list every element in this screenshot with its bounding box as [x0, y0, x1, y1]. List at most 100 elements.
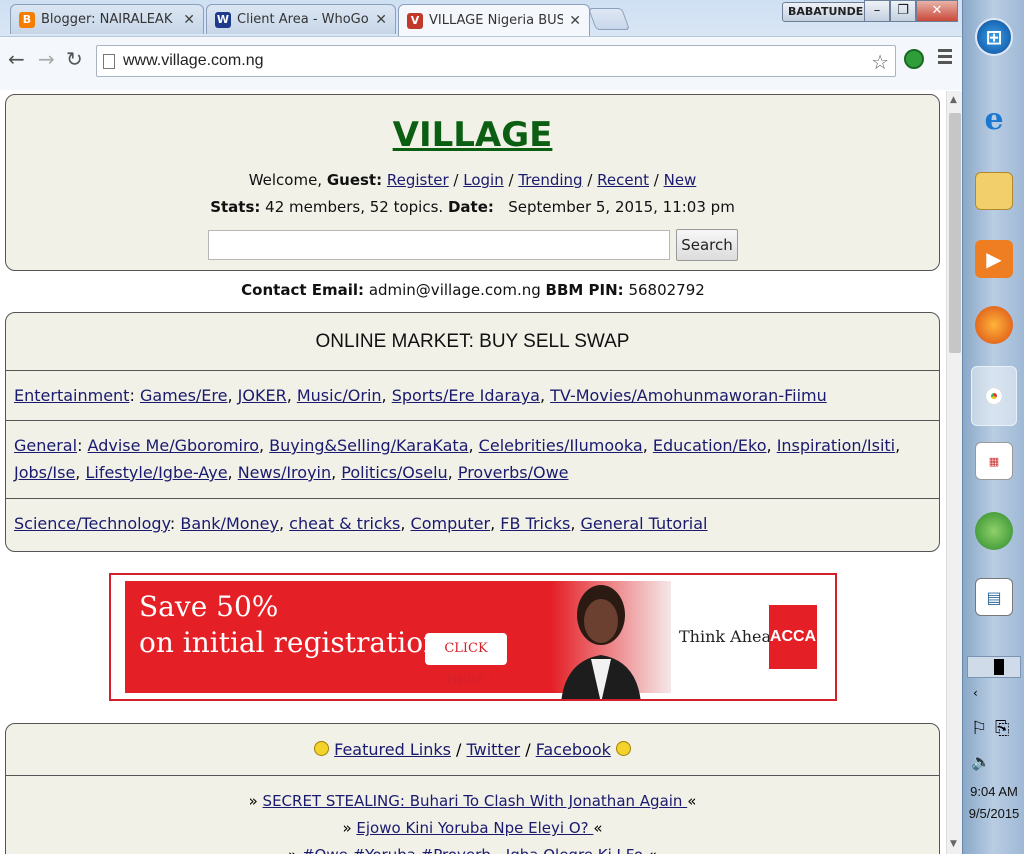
close-icon[interactable]: ✕ [183, 12, 195, 28]
category-link[interactable]: General [14, 436, 77, 455]
board-link[interactable]: Education/Eko [653, 436, 767, 455]
page-scrollbar[interactable]: ▲ ▼ [946, 91, 962, 854]
site-logo[interactable]: VILLAGE [6, 115, 939, 155]
tray-scroll-thumb[interactable] [994, 659, 1004, 675]
online-market-board: ONLINE MARKET: BUY SELL SWAP Entertainme… [5, 312, 940, 552]
recent-link[interactable]: Recent [597, 171, 649, 189]
power-icon[interactable]: ⎘ [995, 718, 1009, 739]
extension-icon[interactable] [904, 49, 924, 69]
blogger-icon: B [19, 11, 35, 28]
search-button[interactable]: Search [676, 229, 738, 261]
chrome-icon [979, 381, 1009, 411]
search-input[interactable] [208, 230, 670, 260]
category-row-entertainment: Entertainment: Games/Ere, JOKER, Music/O… [6, 371, 939, 421]
url-text[interactable]: www.village.com.ng [123, 52, 264, 70]
board-link[interactable]: cheat & tricks [289, 514, 400, 533]
featured-item-link[interactable]: SECRET STEALING: Buhari To Clash With Jo… [263, 792, 688, 810]
bookmark-star-icon[interactable]: ☆ [871, 50, 889, 74]
forward-arrow-icon[interactable]: → [38, 47, 55, 71]
board-link[interactable]: Proverbs/Owe [458, 463, 569, 482]
clock-date[interactable]: 9/5/2015 [963, 806, 1024, 821]
tray-expand-icon[interactable]: ‹ [973, 686, 978, 700]
tab-whogohost[interactable]: W Client Area - WhoGoHost ✕ [206, 4, 396, 34]
board-link[interactable]: Politics/Oselu [341, 463, 447, 482]
board-link[interactable]: Sports/Ere Idaraya [392, 386, 540, 405]
windows-taskbar: ⊞ e ▶ ▦ ▤ ‹ ⚐ ⎘ 🔈 9:04 AM 9/5/2015 [962, 0, 1024, 854]
board-link[interactable]: General Tutorial [581, 514, 708, 533]
user-profile-badge[interactable]: BABATUNDE [782, 2, 870, 22]
volume-icon[interactable]: 🔈 [971, 752, 991, 771]
category-row-science: Science/Technology: Bank/Money, cheat & … [14, 514, 708, 533]
category-link[interactable]: Entertainment [14, 386, 129, 405]
internet-explorer-icon[interactable]: e [975, 100, 1013, 138]
featured-item-link[interactable]: Ejowo Kini Yoruba Npe Eleyi O? [356, 819, 593, 837]
date-value: September 5, 2015, 11:03 pm [508, 198, 735, 216]
tab-blogger[interactable]: B Blogger: NAIRALEAK - All ✕ [10, 4, 204, 34]
address-bar[interactable]: www.village.com.ng ☆ [96, 45, 896, 77]
welcome-text: Welcome, [248, 171, 327, 189]
contact-email: admin@village.com.ng [368, 281, 541, 299]
browser-chrome: B Blogger: NAIRALEAK - All ✕ W Client Ar… [0, 0, 962, 90]
tab-village[interactable]: V VILLAGE Nigeria BUSINES ✕ [398, 4, 590, 36]
action-center-flag-icon[interactable]: ⚐ [971, 718, 987, 739]
close-icon[interactable]: ✕ [569, 13, 581, 29]
apps-grid-icon[interactable]: ▦ [975, 442, 1013, 480]
bbm-pin-label: BBM PIN: [545, 281, 624, 299]
back-arrow-icon[interactable]: ← [8, 47, 25, 71]
featured-links-box: Featured Links / Twitter / Facebook » SE… [5, 723, 940, 854]
network-globe-icon[interactable] [975, 512, 1013, 550]
scroll-down-icon[interactable]: ▼ [950, 839, 957, 849]
board-link[interactable]: Computer [411, 514, 491, 533]
board-link[interactable]: TV-Movies/Amohunmaworan-Fiimu [550, 386, 827, 405]
twitter-link[interactable]: Twitter [467, 740, 521, 759]
minimize-icon[interactable]: – [864, 0, 890, 22]
scroll-up-icon[interactable]: ▲ [950, 95, 957, 105]
trending-link[interactable]: Trending [518, 171, 582, 189]
tab-label: VILLAGE Nigeria BUSINES [429, 13, 564, 28]
window-thumbnail-icon[interactable]: ▤ [975, 578, 1013, 616]
board-link[interactable]: Celebrities/Ilumooka [479, 436, 643, 455]
firefox-icon[interactable] [975, 306, 1013, 344]
board-link[interactable]: Games/Ere [140, 386, 228, 405]
window-close-icon[interactable]: ✕ [916, 0, 958, 22]
guest-label: Guest: [326, 171, 383, 189]
ad-person-image [561, 585, 641, 699]
featured-item-link[interactable]: #Owe #Yoruba #Proverb - Igba Olegre Ki I… [302, 846, 648, 854]
register-link[interactable]: Register [387, 171, 449, 189]
login-link[interactable]: Login [463, 171, 503, 189]
acca-logo: ACCA [769, 605, 817, 669]
facebook-link[interactable]: Facebook [536, 740, 611, 759]
board-link[interactable]: Bank/Money [180, 514, 279, 533]
featured-links-link[interactable]: Featured Links [334, 740, 451, 759]
media-player-icon[interactable]: ▶ [975, 240, 1013, 278]
board-link[interactable]: Advise Me/Gboromiro [88, 436, 259, 455]
board-link[interactable]: News/Iroyin [238, 463, 331, 482]
acca-ad-banner[interactable]: Save 50% on initial registration. CLICK … [109, 573, 837, 701]
category-link[interactable]: Science/Technology [14, 514, 170, 533]
folder-icon[interactable] [975, 172, 1013, 210]
market-title: ONLINE MARKET: BUY SELL SWAP [6, 313, 939, 371]
ad-click-here-button[interactable]: CLICK HERE [425, 633, 507, 688]
clock-time[interactable]: 9:04 AM [963, 784, 1024, 799]
board-link[interactable]: Jobs/Ise [14, 463, 75, 482]
board-link[interactable]: Lifestyle/Igbe-Aye [85, 463, 227, 482]
bbm-pin: 56802792 [628, 281, 705, 299]
chrome-taskbar-slot[interactable] [971, 366, 1017, 426]
board-link[interactable]: JOKER [238, 386, 287, 405]
menu-icon[interactable] [938, 49, 952, 67]
start-button-icon[interactable]: ⊞ [975, 18, 1013, 56]
new-link[interactable]: New [664, 171, 697, 189]
featured-header: Featured Links / Twitter / Facebook [6, 724, 939, 776]
tab-label: Client Area - WhoGoHost [237, 12, 369, 27]
board-link[interactable]: FB Tricks [500, 514, 570, 533]
reload-icon[interactable]: ↻ [66, 47, 83, 71]
board-link[interactable]: Music/Orin [297, 386, 382, 405]
tray-scroll-control[interactable] [967, 656, 1021, 678]
restore-icon[interactable]: ❐ [890, 0, 916, 22]
new-tab-button[interactable] [587, 8, 631, 30]
board-link[interactable]: Buying&Selling/KaraKata [269, 436, 468, 455]
scrollbar-thumb[interactable] [949, 113, 961, 353]
board-link[interactable]: Inspiration/Isiti [777, 436, 895, 455]
category-row-general: General: Advise Me/Gboromiro, Buying&Sel… [6, 421, 939, 499]
close-icon[interactable]: ✕ [375, 12, 387, 28]
